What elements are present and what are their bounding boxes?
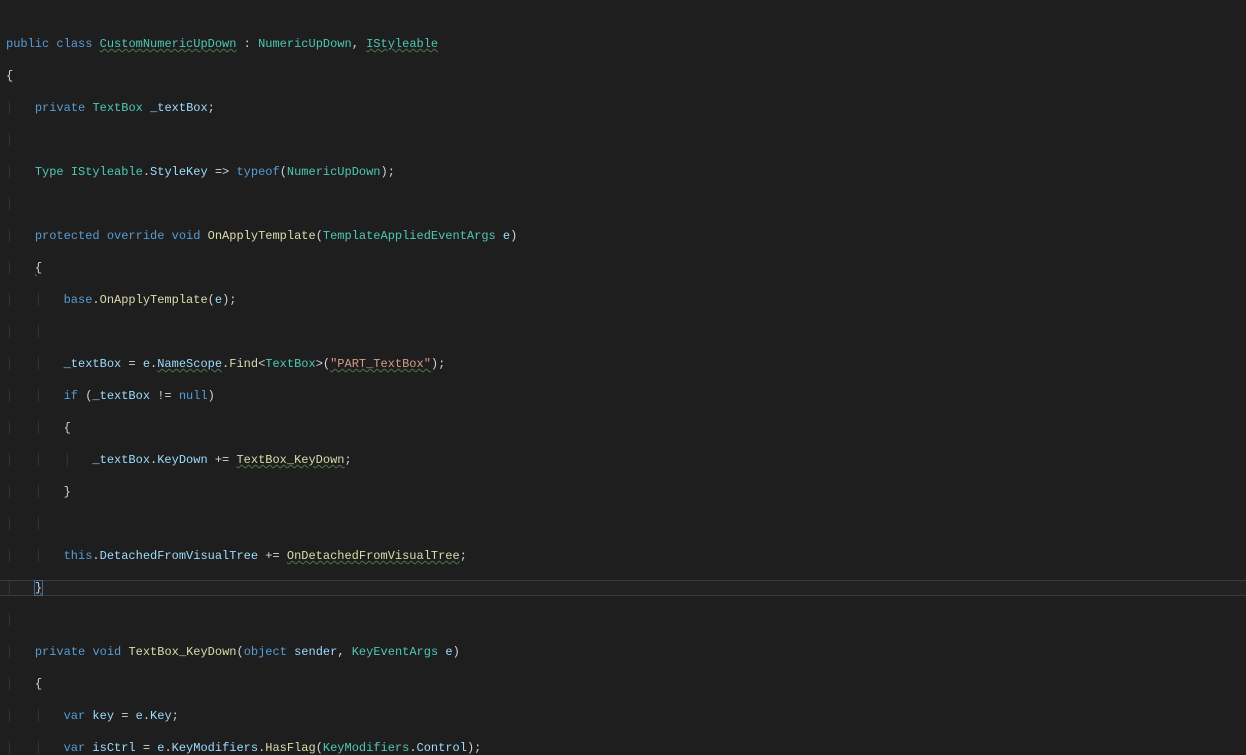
code-line[interactable]: │ { (0, 676, 1246, 692)
code-line[interactable]: │ private void TextBox_KeyDown(object se… (0, 644, 1246, 660)
code-line[interactable]: │ (0, 132, 1246, 148)
code-line[interactable]: │ │ (0, 324, 1246, 340)
code-line[interactable]: │ private TextBox _textBox; (0, 100, 1246, 116)
code-line[interactable]: │ │ this.DetachedFromVisualTree += OnDet… (0, 548, 1246, 564)
code-line[interactable]: │ │ base.OnApplyTemplate(e); (0, 292, 1246, 308)
code-line[interactable]: │ (0, 612, 1246, 628)
code-line[interactable]: public class CustomNumericUpDown : Numer… (0, 36, 1246, 52)
code-line[interactable]: │ │ { (0, 420, 1246, 436)
code-line[interactable]: │ │ var isCtrl = e.KeyModifiers.HasFlag(… (0, 740, 1246, 755)
code-line[interactable]: │ │ │ _textBox.KeyDown += TextBox_KeyDow… (0, 452, 1246, 468)
code-line[interactable]: │ │ } (0, 484, 1246, 500)
code-line[interactable]: │ { (0, 260, 1246, 276)
code-line[interactable]: { (0, 68, 1246, 84)
code-line[interactable]: │ protected override void OnApplyTemplat… (0, 228, 1246, 244)
code-line[interactable]: │ (0, 196, 1246, 212)
code-editor[interactable]: public class CustomNumericUpDown : Numer… (0, 0, 1246, 755)
code-line[interactable]: │ │ _textBox = e.NameScope.Find<TextBox>… (0, 356, 1246, 372)
code-line[interactable]: │ │ var key = e.Key; (0, 708, 1246, 724)
code-line-current[interactable]: │ } (0, 580, 1246, 596)
code-line[interactable]: │ Type IStyleable.StyleKey => typeof(Num… (0, 164, 1246, 180)
code-line[interactable]: │ │ (0, 516, 1246, 532)
code-line[interactable]: │ │ if (_textBox != null) (0, 388, 1246, 404)
